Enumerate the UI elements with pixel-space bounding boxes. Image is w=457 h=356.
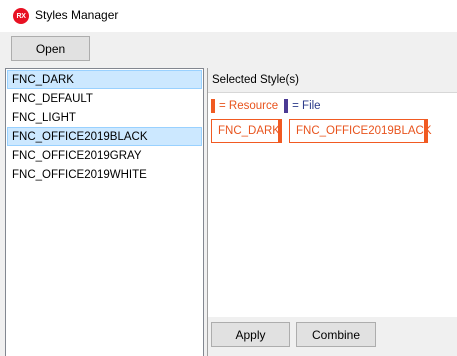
- chip-label: FNC_OFFICE2019BLACK: [296, 125, 432, 137]
- apply-button[interactable]: Apply: [211, 322, 290, 347]
- list-item-fnc-office2019white[interactable]: FNC_OFFICE2019WHITE: [7, 165, 202, 184]
- list-item-fnc-office2019black[interactable]: FNC_OFFICE2019BLACK: [7, 127, 202, 146]
- action-bar: Apply Combine: [207, 317, 457, 356]
- selected-styles-title: Selected Style(s): [212, 74, 299, 86]
- app-logo-icon: RX: [13, 8, 29, 24]
- selected-style-chip[interactable]: FNC_DARK: [211, 119, 282, 143]
- legend-resource-label: = Resource: [219, 100, 279, 112]
- styles-list[interactable]: FNC_DARK FNC_DEFAULT FNC_LIGHT FNC_OFFIC…: [5, 68, 204, 356]
- list-item-fnc-default[interactable]: FNC_DEFAULT: [7, 89, 202, 108]
- chip-label: FNC_DARK: [218, 125, 280, 137]
- list-item-fnc-dark[interactable]: FNC_DARK: [7, 70, 202, 89]
- styles-manager-window: RX Styles Manager Open FNC_DARK FNC_DEFA…: [0, 0, 457, 356]
- file-color-swatch: [284, 99, 289, 113]
- legend-file-label: = File: [292, 100, 321, 112]
- selected-styles-panel: Selected Style(s) = Resource = File FNC_…: [207, 68, 457, 317]
- list-item-fnc-office2019gray[interactable]: FNC_OFFICE2019GRAY: [7, 146, 202, 165]
- open-button[interactable]: Open: [11, 36, 90, 61]
- title-bar: RX Styles Manager: [0, 0, 457, 32]
- window-title: Styles Manager: [35, 8, 119, 22]
- toolbar: Open: [0, 32, 457, 64]
- legend: = Resource = File: [211, 99, 321, 113]
- resource-marker: [424, 119, 428, 143]
- resource-marker: [278, 119, 282, 143]
- list-item-fnc-light[interactable]: FNC_LIGHT: [7, 108, 202, 127]
- selected-styles-header: Selected Style(s): [208, 68, 457, 93]
- selected-style-chip[interactable]: FNC_OFFICE2019BLACK: [289, 119, 432, 143]
- combine-button[interactable]: Combine: [296, 322, 376, 347]
- resource-color-swatch: [211, 99, 215, 113]
